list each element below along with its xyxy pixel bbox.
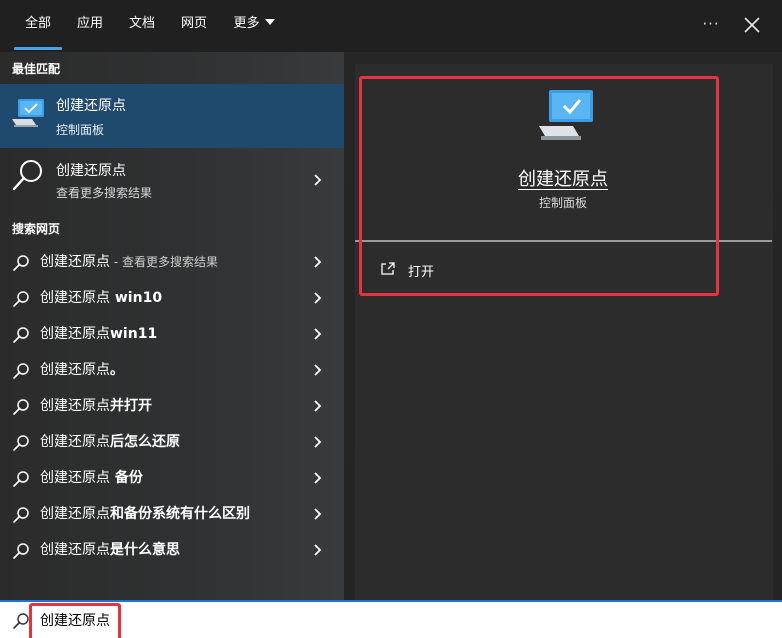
web-result-query: 创建还原点 [40,542,110,558]
computer-check-icon [12,99,44,127]
search-icon [13,291,29,307]
close-button[interactable] [738,11,766,39]
web-result-suggestion: 并打开 [110,398,152,414]
search-icon [13,543,29,559]
web-result-suggestion: win11 [110,326,158,342]
web-result-text: 创建还原点后怎么还原 [40,424,180,460]
web-result-query: 创建还原点 [40,254,110,270]
close-icon [744,17,760,33]
search-icon [13,435,29,451]
web-result-suggestion: 备份 [110,470,143,486]
best-match-title: 创建还原点 [56,98,126,114]
more-options-button[interactable]: ··· [698,12,724,38]
web-result-item[interactable]: 创建还原点并打开 [0,388,344,424]
tab-more[interactable]: 更多 [226,0,282,50]
web-result-text: 创建还原点 - 查看更多搜索结果 [40,244,218,280]
preview-subtitle: 控制面板 [538,196,587,210]
chevron-right-icon [314,472,322,484]
ellipsis-icon: ··· [702,15,720,33]
results-pane: 最佳匹配 创建还原点 控制面板 创建还原点 查看更多搜索结果 搜索网页 创建还原… [0,52,344,600]
web-result-suggestion: 后怎么还原 [110,434,180,450]
open-external-icon [381,262,395,275]
tab-label: 应用 [76,16,103,31]
preview-title[interactable]: 创建还原点 [463,165,663,191]
tab-label: 全部 [24,16,51,31]
tab-all[interactable]: 全部 [14,0,62,50]
web-result-query: 创建还原点 [40,434,110,450]
search-bar [0,600,782,638]
web-result-suggestion: win10 [110,290,163,306]
search-icon [13,327,29,343]
web-result-item[interactable]: 创建还原点和备份系统有什么区别 [0,496,344,532]
web-result-text: 创建还原点 备份 [40,460,143,496]
search-icon [13,399,29,415]
web-result-suggestion: 是什么意思 [110,542,180,558]
tab-web[interactable]: 网页 [174,0,214,50]
search-icon [13,471,29,487]
web-result-text: 创建还原点win11 [40,316,157,352]
web-result-suffix: - 查看更多搜索结果 [110,255,218,269]
chevron-down-icon [264,19,275,25]
web-result-suggestion: 和备份系统有什么区别 [110,506,250,522]
tab-label: 文档 [128,16,155,31]
web-result-item[interactable]: 创建还原点是什么意思 [0,532,344,568]
web-result-suggestion: 。 [110,362,124,378]
web-result-query: 创建还原点 [40,470,110,486]
open-label: 打开 [408,265,435,280]
search-icon [13,363,29,379]
chevron-right-icon [314,256,322,268]
chevron-right-icon [314,364,322,376]
web-result-text: 创建还原点并打开 [40,388,152,424]
web-result-query: 创建还原点 [40,398,110,414]
chevron-right-icon [314,436,322,448]
best-match-item[interactable]: 创建还原点 控制面板 [0,84,344,148]
search-icon [13,255,29,271]
web-result-text: 创建还原点和备份系统有什么区别 [40,496,250,532]
preview-pane [355,64,773,600]
tab-apps[interactable]: 应用 [70,0,110,50]
search-window: 全部 应用 文档 网页 更多 ··· 最佳匹配 创建还原点 控制面板 创建还原点… [0,0,782,638]
web-result-query: 创建还原点 [40,362,110,378]
chevron-right-icon [314,508,322,520]
search-icon [13,613,29,629]
search-icon [12,160,42,191]
best-match-heading: 最佳匹配 [12,62,61,76]
chevron-right-icon [314,400,322,412]
web-result-text: 创建还原点 win10 [40,280,162,316]
search-web-heading: 搜索网页 [12,222,61,236]
tab-documents[interactable]: 文档 [122,0,162,50]
search-tab-bar: 全部 应用 文档 网页 更多 ··· [0,0,782,52]
chevron-right-icon [314,544,322,556]
web-result-item[interactable]: 创建还原点 win10 [0,280,344,316]
web-result-item[interactable]: 创建还原点后怎么还原 [0,424,344,460]
search-icon [13,507,29,523]
web-result-text: 创建还原点是什么意思 [40,532,180,568]
more-results-subtitle: 查看更多搜索结果 [56,186,153,200]
web-result-text: 创建还原点。 [40,352,124,388]
computer-check-icon [539,90,593,140]
best-match-subtitle: 控制面板 [56,123,105,137]
tab-label: 更多 [233,16,260,31]
chevron-right-icon [314,328,322,340]
web-result-query: 创建还原点 [40,290,110,306]
more-results-item[interactable]: 创建还原点 查看更多搜索结果 [0,148,344,212]
search-input[interactable] [40,607,440,633]
tab-label: 网页 [180,16,207,31]
chevron-right-icon [314,292,322,304]
more-results-title: 创建还原点 [56,163,126,179]
divider [355,240,772,242]
chevron-right-icon [314,174,322,186]
web-result-item[interactable]: 创建还原点 - 查看更多搜索结果 [0,244,344,280]
web-result-query: 创建还原点 [40,506,110,522]
web-result-query: 创建还原点 [40,326,110,342]
web-result-item[interactable]: 创建还原点。 [0,352,344,388]
web-result-item[interactable]: 创建还原点 备份 [0,460,344,496]
web-result-item[interactable]: 创建还原点win11 [0,316,344,352]
